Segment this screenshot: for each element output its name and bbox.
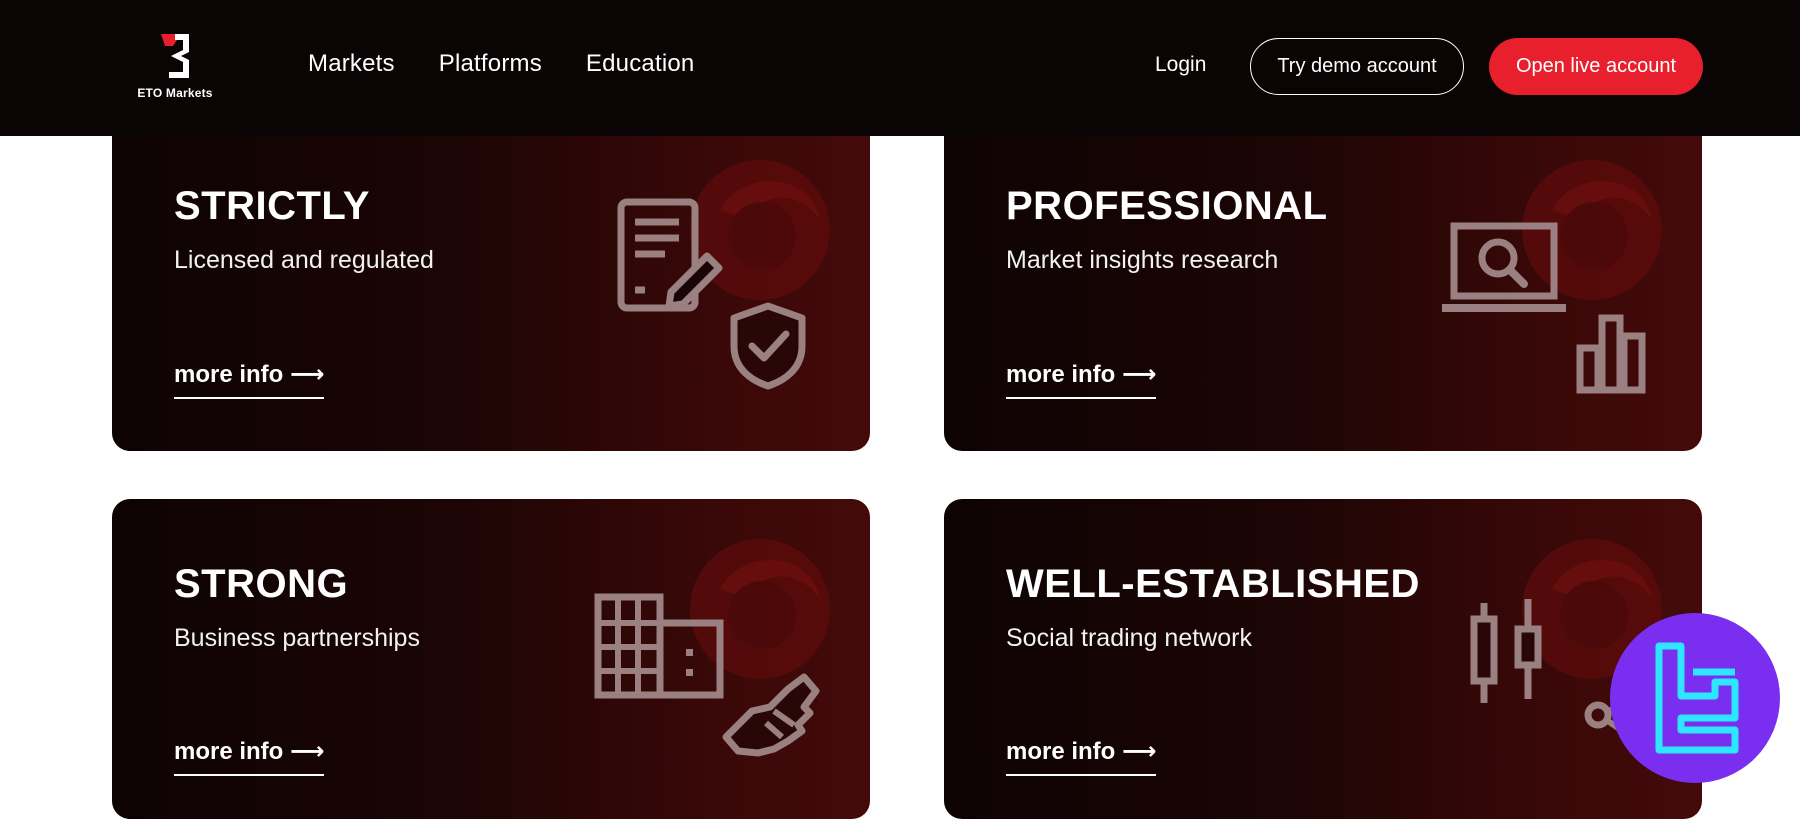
more-info-link[interactable]: more info ⟶ (1006, 737, 1157, 776)
feature-card-professional: PROFESSIONAL Market insights research mo… (944, 100, 1702, 451)
eto-markets-logo[interactable]: ETO Markets (130, 30, 220, 110)
brand-badge-icon (1655, 642, 1739, 754)
open-live-account-button[interactable]: Open live account (1489, 38, 1703, 95)
card-title: PROFESSIONAL (1006, 184, 1328, 228)
floating-brand-badge[interactable] (1610, 613, 1780, 783)
logo-text: ETO Markets (137, 86, 213, 100)
feature-card-well-established: WELL-ESTABLISHED Social trading network … (944, 499, 1702, 819)
main-nav: Markets Platforms Education (308, 50, 694, 78)
building-icon (594, 593, 724, 699)
shield-check-icon (730, 302, 806, 390)
more-info-link[interactable]: more info ⟶ (1006, 360, 1157, 399)
eto-logo-icon (161, 34, 189, 78)
card-subtitle: Business partnerships (174, 624, 420, 652)
nav-education[interactable]: Education (586, 50, 695, 78)
laptop-search-icon (1442, 222, 1566, 312)
more-info-link[interactable]: more info ⟶ (174, 737, 325, 776)
login-link[interactable]: Login (1155, 53, 1206, 77)
try-demo-account-button[interactable]: Try demo account (1250, 38, 1464, 95)
nav-platforms[interactable]: Platforms (439, 50, 542, 78)
feature-card-strong: STRONG Business partnerships more info ⟶ (112, 499, 870, 819)
more-info-link[interactable]: more info ⟶ (174, 360, 325, 399)
feature-card-strictly: STRICTLY Licensed and regulated more inf… (112, 100, 870, 451)
card-subtitle: Market insights research (1006, 246, 1279, 274)
site-header: ETO Markets Markets Platforms Education … (0, 0, 1800, 136)
card-title: WELL-ESTABLISHED (1006, 562, 1420, 606)
card-subtitle: Social trading network (1006, 624, 1252, 652)
document-edit-icon (617, 198, 723, 312)
card-title: STRICTLY (174, 184, 370, 228)
handshake-icon (722, 673, 820, 757)
candlestick-icon (1470, 599, 1542, 703)
bar-chart-icon (1576, 314, 1646, 394)
nav-markets[interactable]: Markets (308, 50, 395, 78)
card-subtitle: Licensed and regulated (174, 246, 434, 274)
card-title: STRONG (174, 562, 349, 606)
